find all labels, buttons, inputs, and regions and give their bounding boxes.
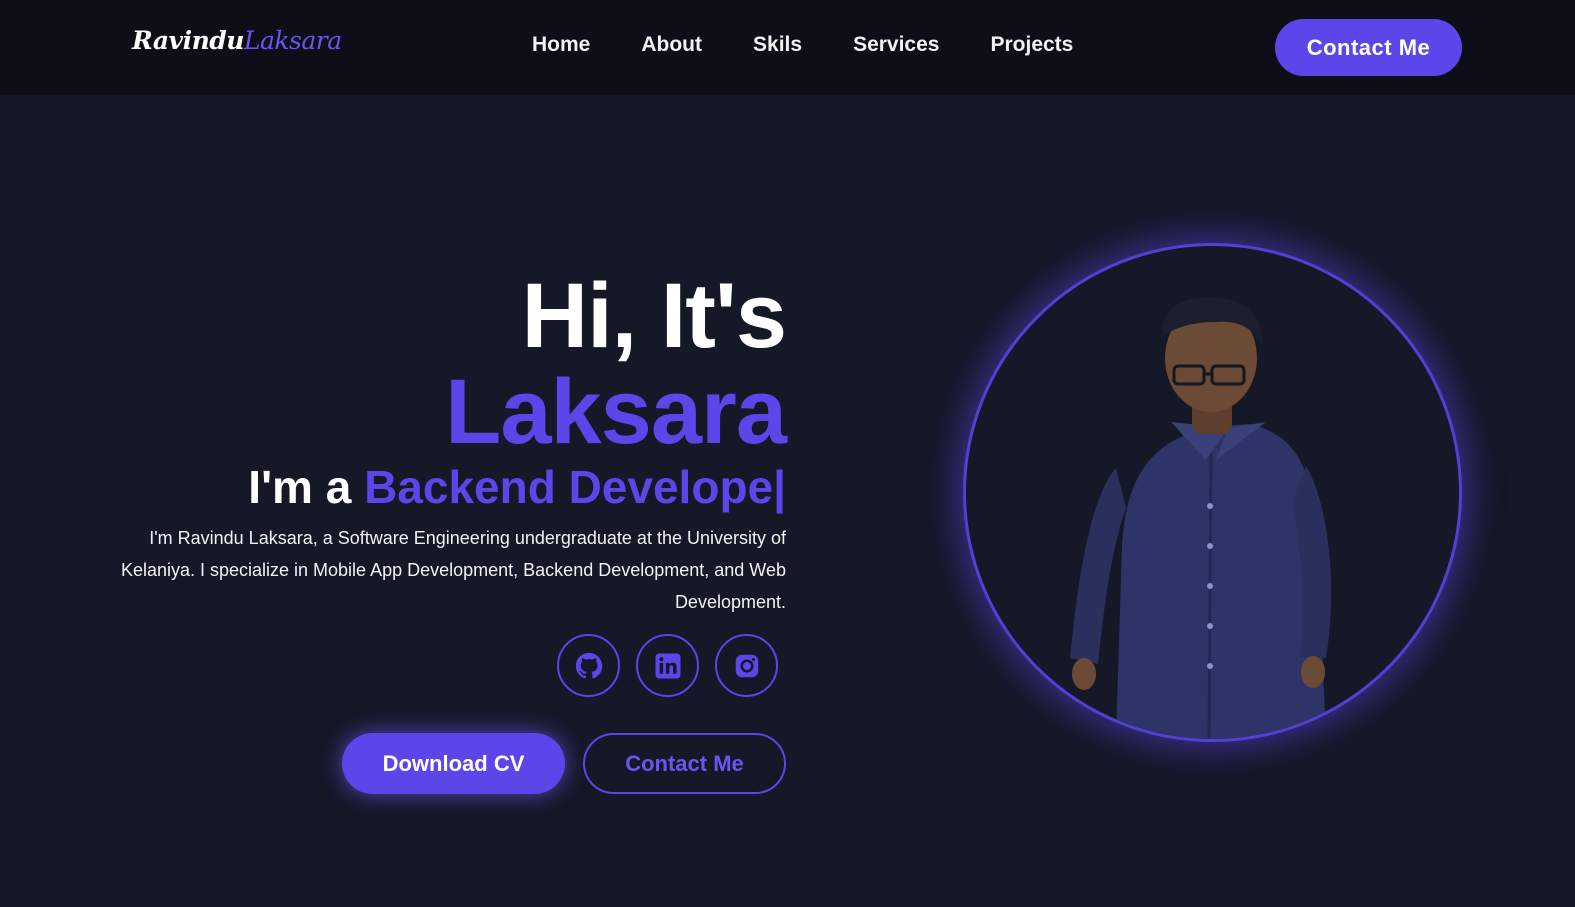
instagram-icon (735, 654, 758, 677)
nav-link-home[interactable]: Home (532, 33, 590, 57)
linkedin-icon (655, 653, 680, 678)
nav-link-skills[interactable]: Skils (753, 33, 802, 57)
hero-intro: I'm Ravindu Laksara, a Software Engineer… (120, 528, 786, 612)
typing-caret: | (773, 461, 786, 514)
hero-contact-button[interactable]: Contact Me (583, 733, 786, 794)
profile-photo (963, 243, 1462, 742)
profile-photo-illustration (1070, 297, 1332, 739)
hero-name: Laksara (445, 360, 787, 463)
download-cv-button[interactable]: Download CV (342, 733, 565, 794)
github-icon (575, 652, 602, 678)
hero-role-line: I'm a Backend Develope| (248, 464, 786, 510)
logo-first-name: Ravindu (132, 26, 244, 55)
site-logo[interactable]: RavinduLaksara (132, 26, 342, 55)
social-links (557, 634, 778, 697)
nav-link-services[interactable]: Services (853, 33, 939, 57)
role-typed-text: Backend Develope (364, 461, 774, 514)
main-nav: Home About Skils Services Projects (532, 33, 1073, 57)
github-link[interactable] (557, 634, 620, 697)
role-prefix: I'm a (248, 461, 352, 514)
linkedin-link[interactable] (636, 634, 699, 697)
navbar: RavinduLaksara Home About Skils Services… (0, 0, 1575, 95)
header-contact-button[interactable]: Contact Me (1275, 19, 1462, 76)
nav-link-about[interactable]: About (641, 33, 702, 57)
hero-greeting: Hi, It's (521, 264, 787, 367)
nav-link-projects[interactable]: Projects (990, 33, 1073, 57)
logo-last-name: Laksara (243, 26, 342, 55)
instagram-link[interactable] (715, 634, 778, 697)
